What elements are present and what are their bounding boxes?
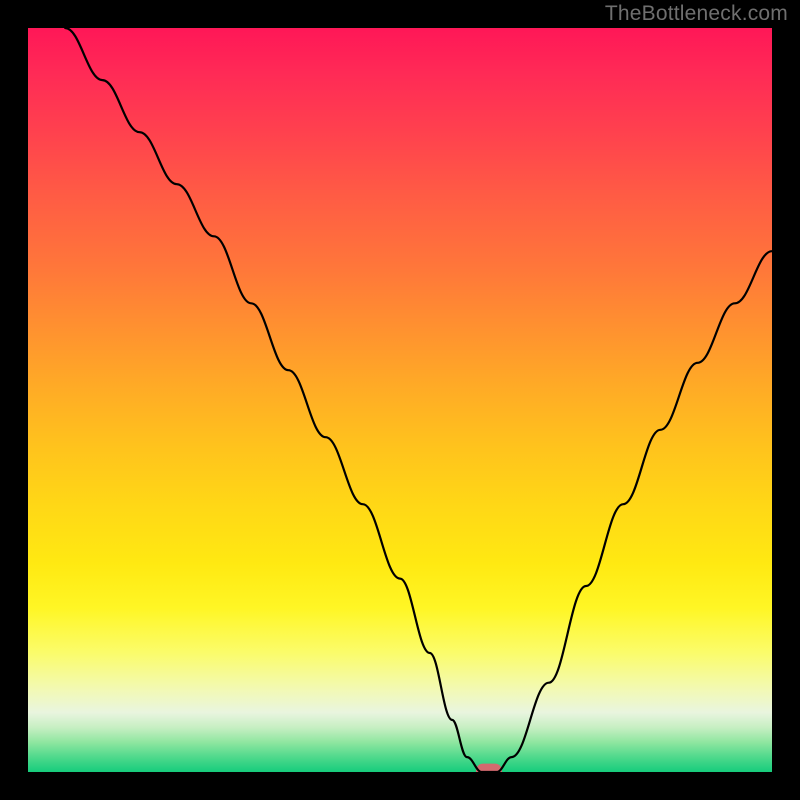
bottleneck-curve xyxy=(28,28,772,772)
chart-frame: TheBottleneck.com xyxy=(0,0,800,800)
watermark-text: TheBottleneck.com xyxy=(605,2,788,26)
plot-area xyxy=(28,28,772,772)
